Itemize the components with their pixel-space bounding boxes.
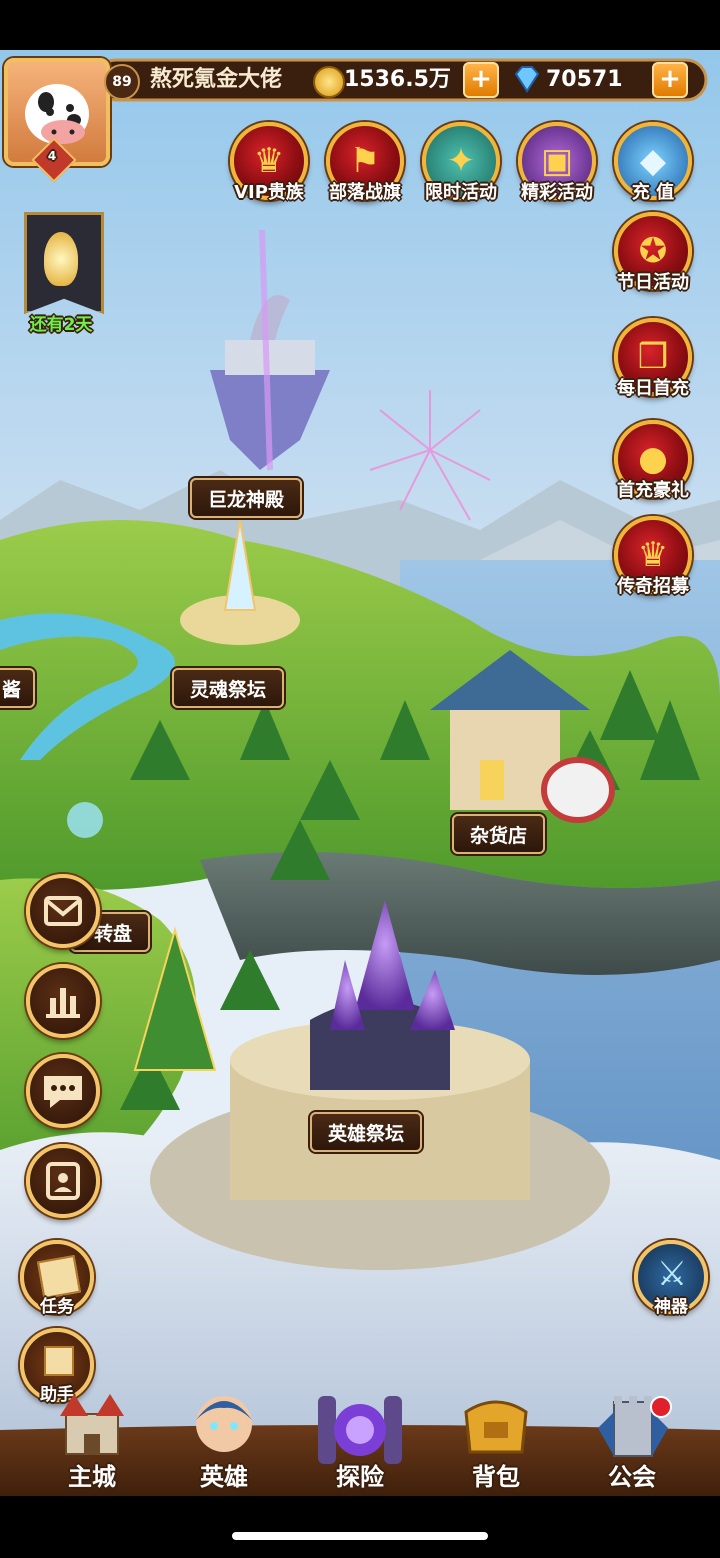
- sword-icon: ⚔: [656, 1254, 688, 1294]
- task-label: 任务: [40, 1297, 74, 1317]
- diamond-icon: [512, 64, 542, 94]
- home-indicator[interactable]: [232, 1532, 488, 1540]
- nav-label: 英雄: [200, 1463, 248, 1491]
- mail-button[interactable]: [26, 874, 100, 948]
- gold-amount: 1536.5万: [344, 67, 451, 92]
- vip-rank-value: 4: [47, 149, 57, 163]
- artifact-label: 神器: [654, 1297, 688, 1317]
- artifact-button[interactable]: ⚔ 神器: [634, 1240, 708, 1317]
- nav-heroes[interactable]: 英雄: [164, 1380, 284, 1500]
- add-gold-button[interactable]: +: [463, 62, 499, 98]
- envelope-icon: [44, 896, 82, 926]
- featured-event-button[interactable]: ▣ 精彩活动: [518, 122, 596, 203]
- recharge-button[interactable]: ◆ 充 值: [614, 122, 692, 203]
- nav-main-city[interactable]: 主城: [32, 1380, 152, 1500]
- gold-coin-icon: [313, 66, 345, 98]
- first-recharge-gift-button[interactable]: ● 首充豪礼: [614, 420, 692, 501]
- event-banner[interactable]: 还有2天: [14, 212, 108, 335]
- task-button[interactable]: 任务: [20, 1240, 94, 1317]
- contacts-icon: [46, 1162, 80, 1200]
- nav-label: 主城: [68, 1463, 116, 1491]
- plus-icon: +: [470, 64, 492, 94]
- friends-button[interactable]: [26, 1144, 100, 1218]
- notification-dot: [650, 1396, 672, 1418]
- limited-event-button[interactable]: ✦ 限时活动: [422, 122, 500, 203]
- nav-label: 公会: [608, 1463, 656, 1491]
- event-countdown: 还有2天: [29, 315, 93, 335]
- backpack-icon: [464, 1400, 528, 1454]
- gift-icon: [44, 1346, 74, 1376]
- player-name: 熬死氪金大佬: [150, 67, 283, 92]
- castle-icon: [60, 1394, 124, 1455]
- nav-label: 探险: [336, 1463, 384, 1491]
- player-level: 89: [104, 64, 140, 100]
- add-diamond-button[interactable]: +: [652, 62, 688, 98]
- nav-adventure[interactable]: 探险: [300, 1380, 420, 1500]
- bar-chart-icon: [46, 988, 80, 1018]
- nav-label: 背包: [472, 1463, 520, 1491]
- dragon-temple-sign[interactable]: 巨龙神殿: [190, 478, 303, 518]
- diamond-amount: 70571: [546, 67, 623, 92]
- chat-button[interactable]: [26, 1054, 100, 1128]
- game-screen: 4 89 熬死氪金大佬 1536.5万 + 70571 + ♛ VIP贵族 ⚑ …: [0, 0, 720, 1558]
- ranking-button[interactable]: [26, 964, 100, 1038]
- world-map-background: [0, 0, 720, 1558]
- shop-sign[interactable]: 杂货店: [452, 814, 546, 854]
- tribe-banner-button[interactable]: ⚑ 部落战旗: [326, 122, 404, 203]
- plus-icon: +: [659, 64, 681, 94]
- nav-guild[interactable]: 公会: [572, 1380, 692, 1500]
- daily-first-recharge-button[interactable]: ❒ 每日首充: [614, 318, 692, 399]
- portal-icon: [318, 1396, 402, 1464]
- legendary-recruit-button[interactable]: ♛ 传奇招募: [614, 516, 692, 597]
- trophy-icon: [44, 232, 78, 286]
- vip-noble-button[interactable]: ♛ VIP贵族: [230, 122, 308, 203]
- hero-portrait-icon: [196, 1396, 252, 1452]
- nav-backpack[interactable]: 背包: [436, 1380, 556, 1500]
- hero-altar-sign[interactable]: 英雄祭坛: [310, 1112, 423, 1152]
- left-building-sign[interactable]: 酱: [0, 668, 36, 708]
- chat-icon: [44, 1076, 82, 1108]
- soul-altar-sign[interactable]: 灵魂祭坛: [172, 668, 285, 708]
- festival-event-button[interactable]: ✪ 节日活动: [614, 212, 692, 293]
